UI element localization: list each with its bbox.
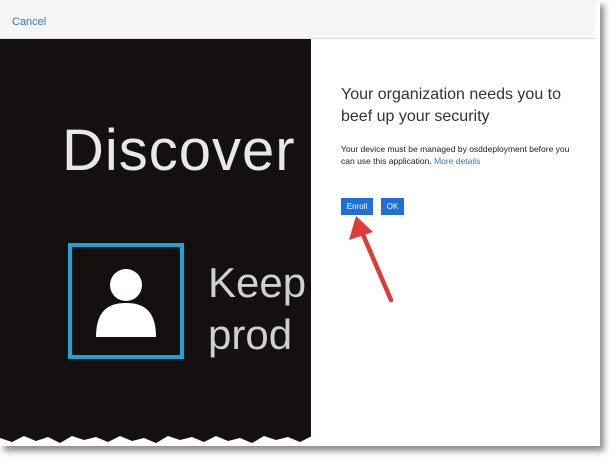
ok-button[interactable]: OK [381,198,404,215]
dialog-body: Your device must be managed by osddeploy… [341,143,576,167]
torn-edge-right [592,0,600,446]
dialog-heading: Your organization needs you to beef up y… [341,86,562,125]
screenshot-frame: Cancel Discover Keep prod Your organizat… [0,0,600,446]
background-title: Discover [62,118,296,183]
torn-edge-bottom [0,436,600,446]
top-bar: Cancel [0,0,600,39]
background-text-line-2: prod [208,311,293,358]
red-arrow-icon [349,216,394,303]
cancel-button[interactable]: Cancel [12,16,46,28]
background-panel: Discover Keep prod [0,39,311,446]
background-text-line-1: Keep [208,259,307,306]
enroll-button[interactable]: Enroll [341,198,373,215]
person-icon [96,269,156,337]
avatar-frame [68,243,184,359]
more-details-link[interactable]: More details [434,156,480,166]
